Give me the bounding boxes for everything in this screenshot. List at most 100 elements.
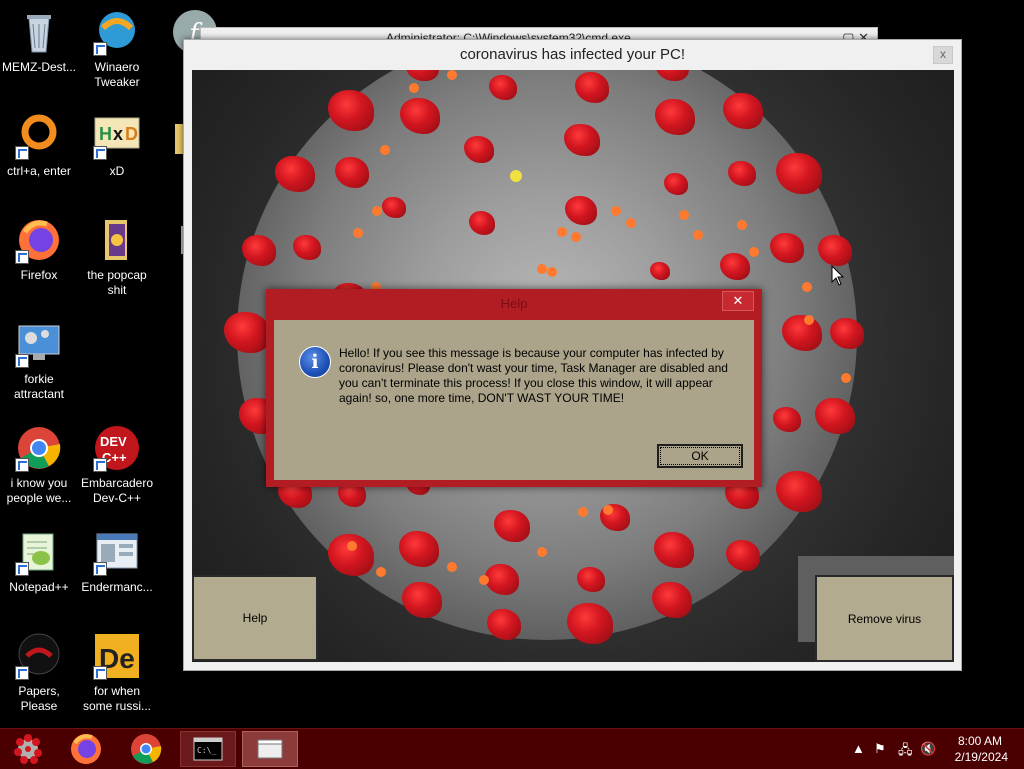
desktop-icon-label: Winaero Tweaker xyxy=(94,60,140,89)
desktop-icon-label: Endermanc... xyxy=(81,580,153,594)
desktop-icon-label: for when some russi... xyxy=(82,684,151,713)
virus-dot xyxy=(602,504,613,515)
desktop-icon-label: ctrl+a, enter xyxy=(7,164,71,178)
action-center-flag-icon[interactable]: ⚑ xyxy=(874,741,886,757)
desktop-icon-label: xD xyxy=(109,164,125,178)
svg-text:DEV: DEV xyxy=(100,434,127,449)
window-close-button[interactable]: x xyxy=(933,46,953,64)
taskbar-firefox[interactable] xyxy=(58,731,114,767)
desktop-icon-label: forkie attractant xyxy=(13,372,65,401)
desktop-icon-devcpp[interactable]: DEV C++ Embarcadero Dev-C++ xyxy=(78,424,156,506)
desktop-icon-xd[interactable]: HxD xD xyxy=(78,112,156,179)
virus-dot xyxy=(804,314,815,325)
taskbar-cmd[interactable]: C:\_ xyxy=(180,731,236,767)
virus-dot xyxy=(801,281,812,292)
desktop-icon-label: Notepad++ xyxy=(9,580,69,594)
shortcut-arrow-icon xyxy=(15,354,29,368)
desktop-icon-label: MEMZ-Dest... xyxy=(2,60,76,74)
shortcut-arrow-icon xyxy=(15,562,29,576)
desktop-icon-winaero[interactable]: Winaero Tweaker xyxy=(78,8,156,90)
virus-spike xyxy=(663,173,688,195)
desktop-icon-label: Papers, Please xyxy=(18,684,60,713)
volume-muted-icon[interactable]: 🔇 xyxy=(920,741,936,757)
shortcut-arrow-icon xyxy=(15,146,29,160)
virus-spike xyxy=(649,261,670,280)
shortcut-arrow-icon xyxy=(93,562,107,576)
virus-spike xyxy=(654,531,695,568)
system-tray: ▲ ⚑ 🖧 🔇 8:00 AM 2/19/2024 xyxy=(844,729,1024,769)
desktop-icon-label: Embarcadero Dev-C++ xyxy=(80,476,154,505)
virus-dot xyxy=(692,229,703,240)
desktop-icon-notepadpp[interactable]: Notepad++ xyxy=(0,528,78,595)
orange-ring-icon xyxy=(15,112,63,160)
virus-dot xyxy=(510,170,522,182)
start-button[interactable] xyxy=(0,731,56,767)
svg-text:x: x xyxy=(113,124,123,144)
desktop-icon-memz[interactable]: MEMZ-Dest... xyxy=(0,8,78,75)
dialog-close-button[interactable]: ✕ xyxy=(722,291,754,311)
virus-dot xyxy=(610,205,621,216)
taskbar-chrome[interactable] xyxy=(118,731,174,767)
clock-date[interactable]: 2/19/2024 xyxy=(955,750,1008,764)
virus-spike xyxy=(402,582,443,619)
notepadpp-icon xyxy=(15,528,63,576)
virus-dot xyxy=(626,217,637,228)
virus-spike xyxy=(487,609,522,640)
virus-dot xyxy=(447,561,458,572)
virus-spike xyxy=(830,318,864,349)
virus-spike xyxy=(469,211,496,235)
desktop-icon-firefox[interactable]: Firefox xyxy=(0,216,78,283)
desktop-icon-forkie[interactable]: forkie attractant xyxy=(0,320,78,402)
shortcut-arrow-icon xyxy=(93,666,107,680)
clock-time[interactable]: 8:00 AM xyxy=(958,734,1002,748)
virus-dot xyxy=(748,246,759,257)
virus-dot xyxy=(346,540,357,551)
desktop-icon-label: i know you people we... xyxy=(6,476,72,505)
desktop-icon-de[interactable]: De for when some russi... xyxy=(78,632,156,714)
virus-spike xyxy=(382,196,407,219)
chrome-icon xyxy=(15,424,63,472)
window-title: coronavirus has infected your PC! xyxy=(459,46,686,63)
virus-dot xyxy=(547,266,558,277)
show-hidden-icons-icon[interactable]: ▲ xyxy=(852,741,865,756)
shortcut-arrow-icon xyxy=(15,458,29,472)
desktop-icon-label: Firefox xyxy=(20,268,58,282)
de-icon: De xyxy=(93,632,141,680)
dialog-message: Hello! If you see this message is becaus… xyxy=(339,346,728,405)
dialog-body: i Hello! If you see this message is beca… xyxy=(274,320,754,480)
virus-dot xyxy=(556,227,567,238)
start-virus-icon xyxy=(14,734,42,764)
shortcut-arrow-icon xyxy=(15,250,29,264)
desktop-icon-ctrl-a-enter[interactable]: ctrl+a, enter xyxy=(0,112,78,179)
desktop: MEMZ-Dest... ctrl+a, enter Firefox forki… xyxy=(0,0,1024,728)
desktop-icon-chrome[interactable]: i know you people we... xyxy=(0,424,78,506)
desktop-icon-label: the popcap shit xyxy=(87,268,147,297)
firefox-icon xyxy=(71,734,101,764)
virus-dot xyxy=(375,566,386,577)
taskbar: C:\_ ▲ ⚑ 🖧 🔇 8:00 AM 2/19/2024 xyxy=(0,728,1024,769)
cmd-icon: C:\_ xyxy=(193,737,223,761)
network-icon[interactable]: 🖧 xyxy=(898,741,913,763)
hxd-icon: HxD xyxy=(93,112,141,160)
shortcut-arrow-icon xyxy=(93,458,107,472)
help-dialog[interactable]: Help ✕ i Hello! If you see this message … xyxy=(266,289,762,487)
desktop-icon-popcap[interactable]: the popcap shit xyxy=(78,216,156,298)
ok-button[interactable]: OK xyxy=(657,444,743,468)
help-button[interactable]: Help xyxy=(192,575,318,661)
dialog-title: Help xyxy=(500,296,528,311)
winaero-icon xyxy=(93,8,141,56)
monitor-gear-icon xyxy=(15,320,63,368)
svg-text:C:\_: C:\_ xyxy=(197,746,216,755)
virus-spike xyxy=(726,540,761,571)
desktop-icon-papers-please[interactable]: Papers, Please xyxy=(0,632,78,714)
remove-virus-button[interactable]: Remove virus xyxy=(815,575,954,662)
svg-text:D: D xyxy=(125,124,138,144)
svg-text:H: H xyxy=(99,124,112,144)
virus-spike xyxy=(723,92,764,129)
virus-spike xyxy=(242,235,277,266)
desktop-icon-endermanch[interactable]: Endermanc... xyxy=(78,528,156,595)
virus-spike xyxy=(463,135,494,163)
taskbar-file-explorer[interactable] xyxy=(242,731,298,767)
mouse-cursor-icon xyxy=(831,265,845,286)
devcpp-icon: DEV C++ xyxy=(93,424,141,472)
